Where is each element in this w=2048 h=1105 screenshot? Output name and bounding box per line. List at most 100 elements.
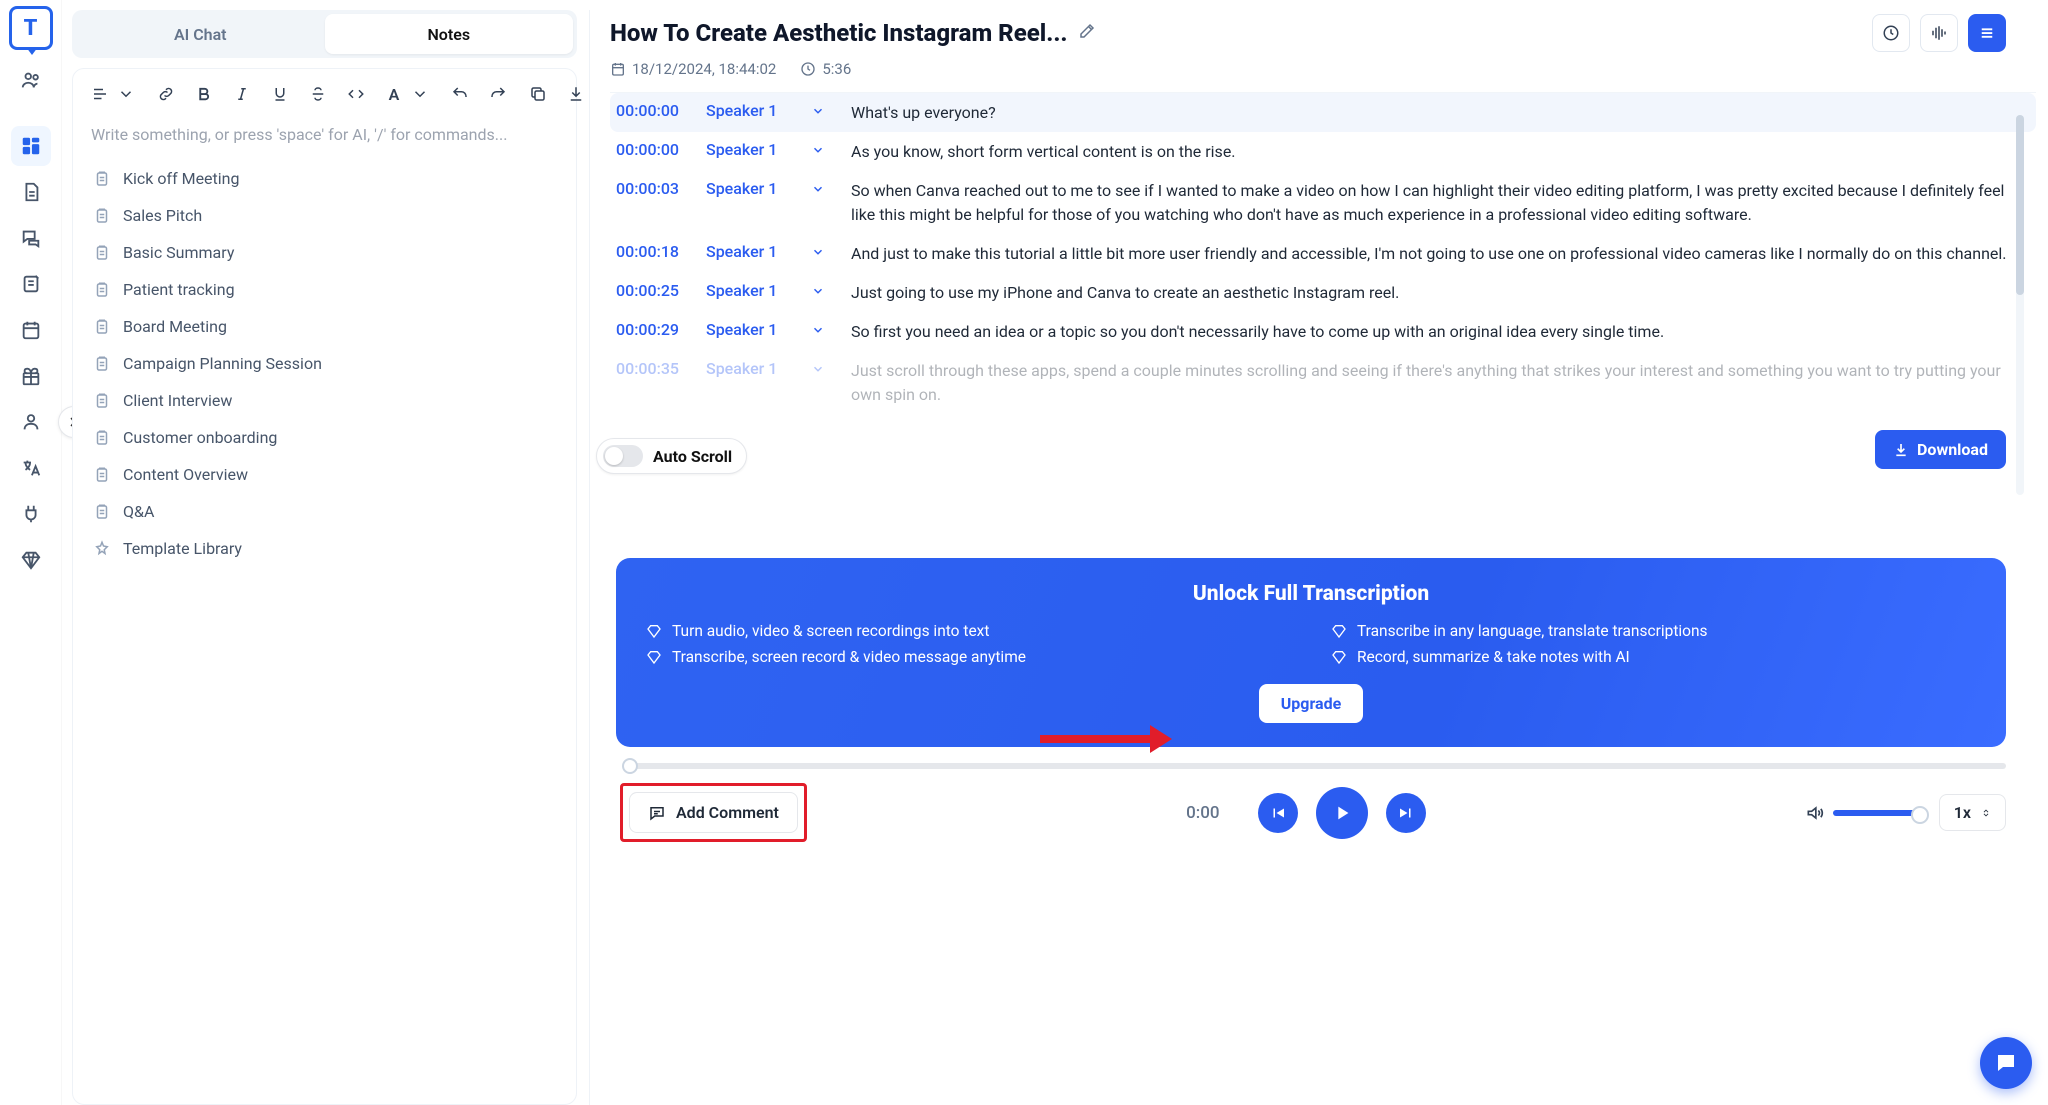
template-item[interactable]: Customer onboarding bbox=[87, 421, 562, 454]
playback-speed-dropdown[interactable]: 1x bbox=[1939, 794, 2006, 831]
prev-button[interactable] bbox=[1258, 793, 1298, 833]
current-time: 0:00 bbox=[1186, 803, 1219, 823]
play-button[interactable] bbox=[1316, 787, 1368, 839]
speaker-label[interactable]: Speaker 1 bbox=[706, 101, 801, 120]
transcript-text: Just scroll through these apps, spend a … bbox=[851, 359, 2022, 405]
speaker-label[interactable]: Speaker 1 bbox=[706, 320, 801, 339]
rail-premium-icon[interactable] bbox=[11, 540, 51, 580]
transcript-row[interactable]: 00:00:29Speaker 1So first you need an id… bbox=[610, 312, 2036, 351]
transcript-row[interactable]: 00:00:18Speaker 1And just to make this t… bbox=[610, 234, 2036, 273]
rail-integrations-icon[interactable] bbox=[11, 494, 51, 534]
rail-document-icon[interactable] bbox=[11, 172, 51, 212]
timestamp[interactable]: 00:00:03 bbox=[616, 179, 696, 198]
rail-tasks-icon[interactable] bbox=[11, 264, 51, 304]
transcript-row[interactable]: 00:00:00Speaker 1What's up everyone? bbox=[610, 93, 2036, 132]
template-list: Kick off Meeting Sales Pitch Basic Summary… bbox=[87, 162, 562, 565]
chevron-down-icon[interactable] bbox=[811, 140, 841, 161]
download-icon[interactable] bbox=[565, 83, 587, 105]
speaker-label[interactable]: Speaker 1 bbox=[706, 242, 801, 261]
tab-notes[interactable]: Notes bbox=[325, 14, 574, 54]
history-icon[interactable] bbox=[1872, 14, 1910, 52]
transcript-text: Just going to use my iPhone and Canva to… bbox=[851, 281, 2022, 304]
template-item[interactable]: Sales Pitch bbox=[87, 199, 562, 232]
template-item[interactable]: Campaign Planning Session bbox=[87, 347, 562, 380]
template-item[interactable]: Basic Summary bbox=[87, 236, 562, 269]
rail-account-icon[interactable] bbox=[11, 402, 51, 442]
annotation-arrow bbox=[1040, 732, 1170, 746]
undo-icon[interactable] bbox=[449, 83, 471, 105]
app-logo[interactable]: T bbox=[9, 6, 53, 50]
template-item[interactable]: Template Library bbox=[87, 532, 562, 565]
chevron-down-icon[interactable] bbox=[115, 83, 137, 105]
upgrade-banner: Unlock Full Transcription Turn audio, vi… bbox=[616, 558, 2006, 747]
paragraph-style-dropdown[interactable] bbox=[89, 83, 111, 105]
player-bar: Add Comment 0:00 1x bbox=[610, 769, 2036, 842]
playback-timeline[interactable] bbox=[624, 763, 2006, 769]
underline-icon[interactable] bbox=[269, 83, 291, 105]
download-button[interactable]: Download bbox=[1875, 430, 2006, 469]
code-icon[interactable] bbox=[345, 83, 367, 105]
chevron-down-icon[interactable] bbox=[409, 83, 431, 105]
toggle-switch[interactable] bbox=[603, 445, 643, 467]
tab-ai-chat[interactable]: AI Chat bbox=[76, 14, 325, 54]
timestamp[interactable]: 00:00:18 bbox=[616, 242, 696, 261]
template-item[interactable]: Kick off Meeting bbox=[87, 162, 562, 195]
template-item[interactable]: Content Overview bbox=[87, 458, 562, 491]
menu-icon[interactable] bbox=[1968, 14, 2006, 52]
rail-chat-icon[interactable] bbox=[11, 218, 51, 258]
chevron-down-icon[interactable] bbox=[811, 281, 841, 302]
template-item[interactable]: Patient tracking bbox=[87, 273, 562, 306]
template-item[interactable]: Board Meeting bbox=[87, 310, 562, 343]
chevron-down-icon[interactable] bbox=[811, 101, 841, 122]
speaker-label[interactable]: Speaker 1 bbox=[706, 179, 801, 198]
auto-scroll-toggle[interactable]: Auto Scroll bbox=[596, 438, 747, 474]
timestamp[interactable]: 00:00:00 bbox=[616, 140, 696, 159]
volume-control[interactable] bbox=[1805, 803, 1923, 823]
link-icon[interactable] bbox=[155, 83, 177, 105]
timestamp[interactable]: 00:00:29 bbox=[616, 320, 696, 339]
template-item[interactable]: Q&A bbox=[87, 495, 562, 528]
template-item[interactable]: Client Interview bbox=[87, 384, 562, 417]
share-audio-icon[interactable] bbox=[1920, 14, 1958, 52]
strikethrough-icon[interactable] bbox=[307, 83, 329, 105]
template-label: Campaign Planning Session bbox=[123, 354, 322, 373]
editor-placeholder[interactable]: Write something, or press 'space' for AI… bbox=[87, 115, 562, 158]
rail-language-icon[interactable] bbox=[11, 448, 51, 488]
template-label: Q&A bbox=[123, 502, 154, 521]
upgrade-button[interactable]: Upgrade bbox=[1259, 684, 1364, 723]
transcript-row[interactable]: 00:00:25 Speaker 1 Just going to use my iP… bbox=[610, 273, 2036, 312]
transcript-row[interactable]: 00:00:00 Speaker 1 As you know, short form… bbox=[610, 132, 2036, 171]
chevron-down-icon[interactable] bbox=[811, 320, 841, 341]
redo-icon[interactable] bbox=[487, 83, 509, 105]
scrollbar[interactable] bbox=[2016, 115, 2024, 495]
edit-title-icon[interactable] bbox=[1078, 22, 1096, 44]
template-label: Sales Pitch bbox=[123, 206, 202, 225]
text-color-dropdown[interactable]: A bbox=[383, 83, 405, 105]
rail-dashboard-icon[interactable] bbox=[11, 126, 51, 166]
chat-fab-button[interactable] bbox=[1980, 1037, 2032, 1089]
timeline-thumb[interactable] bbox=[622, 758, 638, 774]
timestamp[interactable]: 00:00:00 bbox=[616, 101, 696, 120]
next-button[interactable] bbox=[1386, 793, 1426, 833]
speaker-label[interactable]: Speaker 1 bbox=[706, 140, 801, 159]
timestamp[interactable]: 00:00:35 bbox=[616, 359, 696, 378]
speaker-label[interactable]: Speaker 1 bbox=[706, 359, 801, 378]
rail-gift-icon[interactable] bbox=[11, 356, 51, 396]
chevron-down-icon[interactable] bbox=[811, 179, 841, 200]
bold-icon[interactable] bbox=[193, 83, 215, 105]
transcript-row[interactable]: 00:00:35 Speaker 1 Just scroll through the… bbox=[610, 351, 2036, 413]
transcript-list[interactable]: 00:00:00Speaker 1What's up everyone?00:0… bbox=[610, 92, 2036, 552]
copy-icon[interactable] bbox=[527, 83, 549, 105]
recording-duration: 5:36 bbox=[800, 60, 851, 78]
template-label: Template Library bbox=[123, 539, 242, 558]
add-comment-button[interactable]: Add Comment bbox=[629, 792, 798, 833]
timestamp[interactable]: 00:00:25 bbox=[616, 281, 696, 300]
chevron-down-icon[interactable] bbox=[811, 242, 841, 263]
speaker-label[interactable]: Speaker 1 bbox=[706, 281, 801, 300]
rail-people-icon[interactable] bbox=[11, 60, 51, 100]
chevron-down-icon[interactable] bbox=[811, 359, 841, 380]
italic-icon[interactable] bbox=[231, 83, 253, 105]
rail-calendar-icon[interactable] bbox=[11, 310, 51, 350]
transcript-text: As you know, short form vertical content… bbox=[851, 140, 2022, 163]
transcript-row[interactable]: 00:00:03Speaker 1So when Canva reached o… bbox=[610, 171, 2036, 233]
